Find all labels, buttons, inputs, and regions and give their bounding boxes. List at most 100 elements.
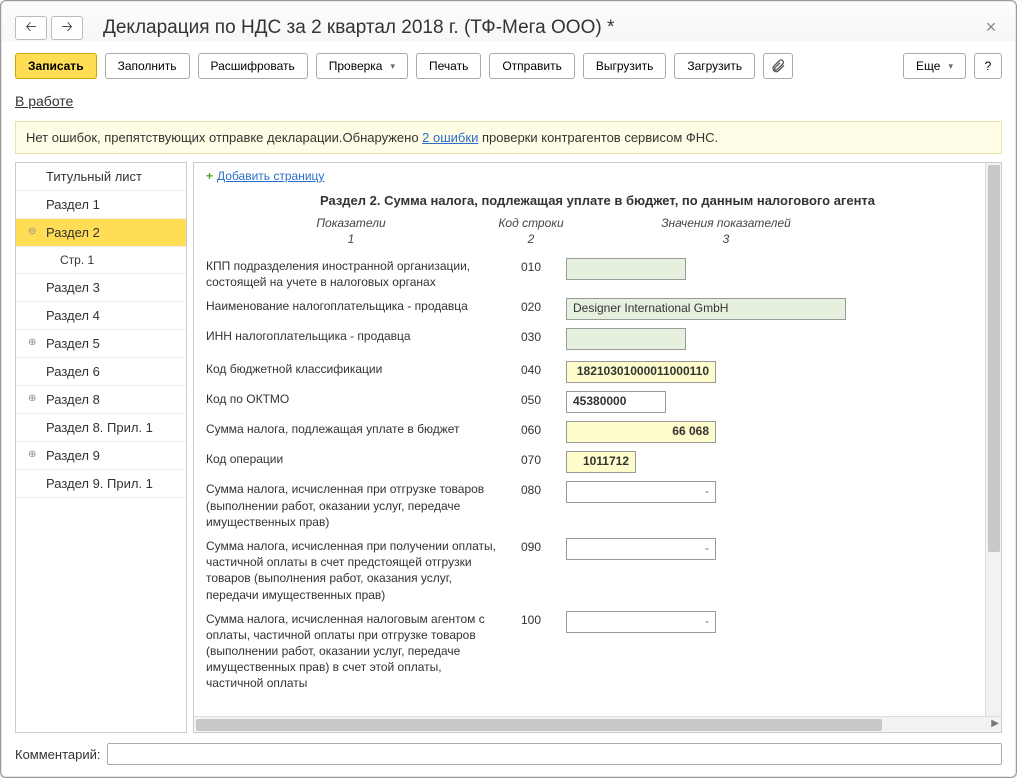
add-page-label: Добавить страницу bbox=[217, 169, 324, 183]
check-button[interactable]: Проверка bbox=[316, 53, 408, 79]
form-row: КПП подразделения иностранной организаци… bbox=[206, 254, 989, 294]
row-label: Код по ОКТМО bbox=[206, 391, 496, 407]
tree-expander-icon[interactable]: ⊕ bbox=[28, 449, 36, 460]
tree-item[interactable]: Раздел 6 bbox=[16, 358, 186, 386]
app-window: 🡠 🡢 Декларация по НДС за 2 квартал 2018 … bbox=[0, 0, 1017, 778]
tree-item[interactable]: Раздел 1 bbox=[16, 191, 186, 219]
row-code: 050 bbox=[506, 391, 556, 407]
row-code: 010 bbox=[506, 258, 556, 274]
tree-item[interactable]: Раздел 9. Прил. 1 bbox=[16, 470, 186, 498]
window-title: Декларация по НДС за 2 квартал 2018 г. (… bbox=[103, 17, 980, 39]
upload-button[interactable]: Выгрузить bbox=[583, 53, 667, 79]
row-code: 100 bbox=[506, 611, 556, 627]
tree-item-label: Стр. 1 bbox=[60, 253, 94, 267]
row-value-field[interactable]: 18210301000011000110 bbox=[566, 361, 716, 383]
send-button[interactable]: Отправить bbox=[489, 53, 575, 79]
col-header-1: Показатели bbox=[206, 216, 496, 230]
vertical-scrollbar[interactable] bbox=[985, 163, 1001, 716]
toolbar: Записать Заполнить Расшифровать Проверка… bbox=[15, 53, 1002, 79]
row-label: Код операции bbox=[206, 451, 496, 467]
row-code: 030 bbox=[506, 328, 556, 344]
tree-item-label: Раздел 8 bbox=[46, 392, 100, 407]
tree-item-label: Титульный лист bbox=[46, 169, 142, 184]
tree-item[interactable]: Раздел 3 bbox=[16, 274, 186, 302]
form-row: Код операции 070 1011712 bbox=[206, 447, 989, 477]
row-label: Наименование налогоплательщика - продавц… bbox=[206, 298, 496, 314]
tree-item[interactable]: ⊕ Раздел 8 bbox=[16, 386, 186, 414]
attachment-button[interactable] bbox=[763, 53, 793, 79]
add-page-link[interactable]: + Добавить страницу bbox=[206, 169, 324, 183]
content-panel: +Добавить страницу Раздел 2. Сумма налог… bbox=[193, 162, 1002, 733]
print-button[interactable]: Печать bbox=[416, 53, 481, 79]
nav-forward-button[interactable]: 🡢 bbox=[51, 16, 83, 40]
form-row: Наименование налогоплательщика - продавц… bbox=[206, 294, 989, 324]
form-row: Сумма налога, исчисленная при получении … bbox=[206, 534, 989, 607]
comment-row: Комментарий: bbox=[15, 743, 1002, 765]
row-label: Сумма налога, подлежащая уплате в бюджет bbox=[206, 421, 496, 437]
tree-item[interactable]: Титульный лист bbox=[16, 163, 186, 191]
tree-expander-icon[interactable]: ⊕ bbox=[28, 337, 36, 348]
help-button[interactable]: ? bbox=[974, 53, 1002, 79]
row-label: Сумма налога, исчисленная при отгрузке т… bbox=[206, 481, 496, 530]
status-link[interactable]: В работе bbox=[15, 93, 1002, 109]
tree-item[interactable]: ⊖ Раздел 2 bbox=[16, 219, 186, 247]
col-sub-1: 1 bbox=[206, 232, 496, 246]
tree-item[interactable]: Раздел 8. Прил. 1 bbox=[16, 414, 186, 442]
tree-item-label: Раздел 1 bbox=[46, 197, 100, 212]
row-value-field[interactable]: Designer International GmbH bbox=[566, 298, 846, 320]
titlebar: 🡠 🡢 Декларация по НДС за 2 квартал 2018 … bbox=[15, 13, 1002, 43]
row-code: 070 bbox=[506, 451, 556, 467]
tree-item-label: Раздел 4 bbox=[46, 308, 100, 323]
tree-item-label: Раздел 2 bbox=[46, 225, 100, 240]
fill-button[interactable]: Заполнить bbox=[105, 53, 190, 79]
form-row: Сумма налога, исчисленная налоговым аген… bbox=[206, 607, 989, 696]
nav-back-button[interactable]: 🡠 bbox=[15, 16, 47, 40]
row-value-field[interactable]: - bbox=[566, 538, 716, 560]
tree-item[interactable]: Стр. 1 bbox=[16, 247, 186, 274]
comment-input[interactable] bbox=[107, 743, 1003, 765]
row-value-field[interactable]: 45380000 bbox=[566, 391, 666, 413]
row-label: КПП подразделения иностранной организаци… bbox=[206, 258, 496, 290]
tree-item[interactable]: Раздел 4 bbox=[16, 302, 186, 330]
col-header-3: Значения показателей bbox=[566, 216, 886, 230]
content-scroll[interactable]: +Добавить страницу Раздел 2. Сумма налог… bbox=[194, 163, 1001, 716]
col-header-2: Код строки bbox=[496, 216, 566, 230]
form-row: Код бюджетной классификации0401821030100… bbox=[206, 357, 989, 387]
notice-errors-link[interactable]: 2 ошибки bbox=[422, 130, 478, 145]
tree-item-label: Раздел 9. Прил. 1 bbox=[46, 476, 153, 491]
tree-item[interactable]: ⊕ Раздел 5 bbox=[16, 330, 186, 358]
horizontal-scrollbar[interactable]: ▶ bbox=[194, 716, 1001, 732]
form-row: Сумма налога, подлежащая уплате в бюджет… bbox=[206, 417, 989, 447]
tree-item-label: Раздел 9 bbox=[46, 448, 100, 463]
tree-item[interactable]: ⊕ Раздел 9 bbox=[16, 442, 186, 470]
row-value-field[interactable] bbox=[566, 328, 686, 350]
row-value-field[interactable]: - bbox=[566, 611, 716, 633]
col-sub-2: 2 bbox=[496, 232, 566, 246]
form-row: Сумма налога, исчисленная при отгрузке т… bbox=[206, 477, 989, 534]
form-row: Код по ОКТМО 050 45380000 bbox=[206, 387, 989, 417]
plus-icon: + bbox=[206, 169, 213, 183]
more-button[interactable]: Еще bbox=[903, 53, 966, 79]
row-label: ИНН налогоплательщика - продавца bbox=[206, 328, 496, 344]
tree-expander-icon[interactable]: ⊖ bbox=[28, 226, 36, 237]
row-value-field[interactable]: 66 068 bbox=[566, 421, 716, 443]
col-sub-3: 3 bbox=[566, 232, 886, 246]
row-value-field[interactable] bbox=[566, 258, 686, 280]
tree-item-label: Раздел 3 bbox=[46, 280, 100, 295]
close-icon[interactable]: × bbox=[980, 17, 1002, 39]
decode-button[interactable]: Расшифровать bbox=[198, 53, 308, 79]
tree-item-label: Раздел 6 bbox=[46, 364, 100, 379]
row-value-field[interactable]: 1011712 bbox=[566, 451, 636, 473]
tree-expander-icon[interactable]: ⊕ bbox=[28, 393, 36, 404]
paperclip-icon bbox=[770, 58, 786, 74]
notice-text-pre: Нет ошибок, препятствующих отправке декл… bbox=[26, 130, 422, 145]
row-code: 060 bbox=[506, 421, 556, 437]
row-code: 090 bbox=[506, 538, 556, 554]
section-tree[interactable]: Титульный лист Раздел 1 ⊖ Раздел 2 Стр. 1 Раз… bbox=[15, 162, 187, 733]
form-row: ИНН налогоплательщика - продавца 030 bbox=[206, 324, 989, 357]
form-rows: КПП подразделения иностранной организаци… bbox=[206, 254, 989, 696]
download-button[interactable]: Загрузить bbox=[674, 53, 755, 79]
row-value-field[interactable]: - bbox=[566, 481, 716, 503]
tree-item-label: Раздел 5 bbox=[46, 336, 100, 351]
record-button[interactable]: Записать bbox=[15, 53, 97, 79]
